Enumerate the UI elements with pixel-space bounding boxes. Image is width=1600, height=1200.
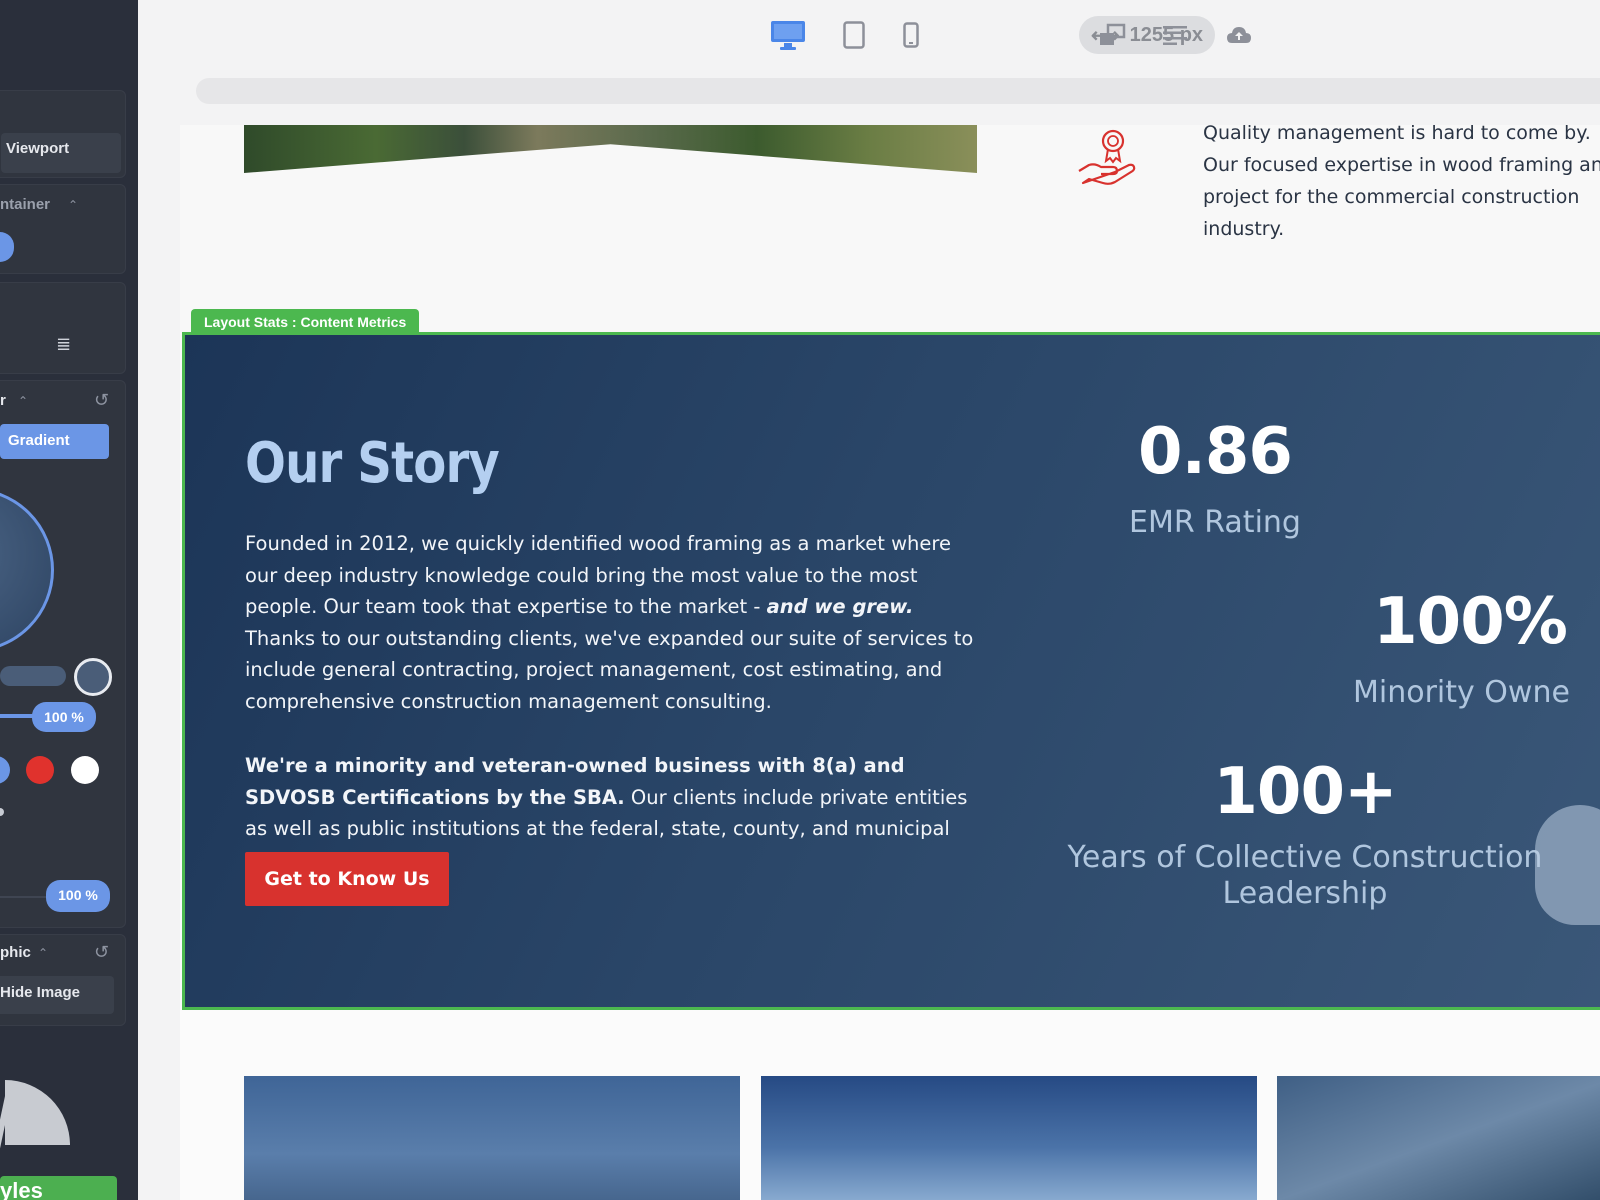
gradient-button[interactable]: Gradient [0, 424, 109, 459]
quality-paragraph: Quality management is hard to come by. O… [1203, 125, 1600, 240]
container-label[interactable]: ntainer [0, 196, 50, 213]
stat-emr-label: EMR Rating [1129, 505, 1301, 540]
reset-icon[interactable]: ↺ [94, 390, 109, 411]
canvas-scroll-strip[interactable] [196, 78, 1600, 104]
stat-years-value: 100+ [1213, 755, 1397, 829]
color-label: r [0, 392, 6, 409]
story-p1-part-b: Thanks to our outstanding clients, we've… [245, 626, 974, 713]
stat-emr-value: 0.86 [1138, 415, 1293, 489]
align-left-icon[interactable] [1160, 18, 1190, 52]
viewport-card [0, 90, 126, 178]
desktop-icon[interactable] [768, 18, 808, 52]
stat-minority-value: 100% [1373, 585, 1568, 659]
opacity-badge: 100 % [32, 702, 96, 732]
story-p1-emphasis: and we grew. [766, 595, 914, 619]
save-styles-label: yles [0, 1178, 43, 1200]
gradient-slider-track[interactable] [0, 666, 66, 686]
align-justify-icon[interactable]: ≣ [56, 334, 71, 355]
chevron-up-icon[interactable]: ⌃ [68, 198, 78, 212]
opacity-slider-track-2[interactable] [0, 896, 46, 898]
get-to-know-us-button[interactable]: Get to Know Us [245, 852, 449, 906]
gradient-stop-handle[interactable] [74, 658, 112, 696]
aerial-photo [244, 125, 977, 173]
color-card [0, 380, 126, 928]
our-story-section[interactable]: Our Story Founded in 2012, we quickly id… [182, 332, 1600, 1010]
project-photo-1[interactable] [244, 1076, 740, 1200]
swatch-red[interactable] [26, 756, 54, 784]
project-photo-3[interactable] [1277, 1076, 1600, 1200]
cloud-upload-icon[interactable] [1224, 18, 1254, 52]
chevron-up-icon[interactable]: ⌃ [18, 394, 28, 408]
project-photo-2[interactable] [761, 1076, 1257, 1200]
stat-years-label: Years of Collective Construction Leaders… [1067, 840, 1543, 911]
save-styles-button[interactable]: yles [0, 1176, 117, 1200]
editor-sidebar: Viewport ntainer ⌃ ≣ r ⌃ ↺ Gradient 100 … [0, 0, 138, 1200]
story-paragraph-1: Founded in 2012, we quickly identified w… [245, 528, 975, 718]
award-hand-icon [1077, 127, 1137, 191]
quality-section: Quality management is hard to come by. O… [180, 125, 1600, 332]
stat-minority-label: Minority Owne [1353, 675, 1570, 710]
story-title: Our Story [245, 431, 500, 496]
editor-toolbar: ⟷ 1255 px [138, 0, 1600, 72]
mobile-icon[interactable] [896, 18, 926, 52]
chevron-up-icon[interactable]: ⌃ [38, 946, 48, 960]
decorative-shape [1535, 805, 1600, 925]
graphic-label: phic [0, 944, 31, 961]
viewport-label[interactable]: Viewport [6, 140, 69, 157]
swatch-white[interactable] [71, 756, 99, 784]
hide-image-label[interactable]: Hide Image [0, 984, 80, 1001]
page-canvas: Quality management is hard to come by. O… [180, 125, 1600, 1200]
multi-window-icon[interactable] [1096, 18, 1128, 52]
alignment-card [0, 282, 126, 374]
tablet-icon[interactable] [838, 18, 870, 52]
opacity-badge-2: 100 % [46, 880, 110, 912]
reset-icon[interactable]: ↺ [94, 942, 109, 963]
